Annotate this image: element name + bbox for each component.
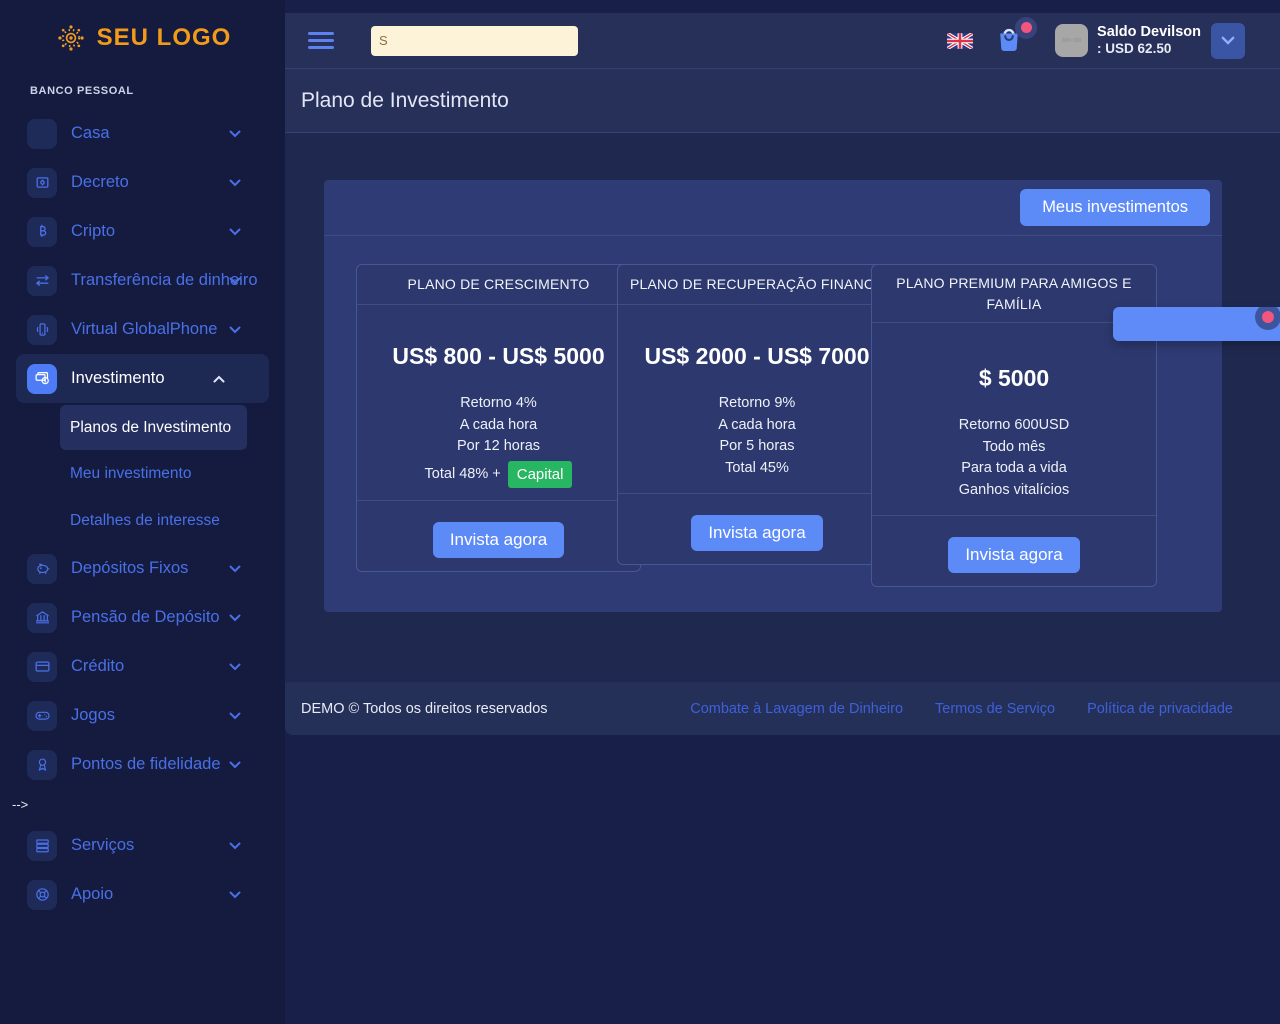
sidebar-item-depositos-fixos[interactable]: Depósitos Fixos	[0, 544, 285, 593]
footer-link-privacy[interactable]: Política de privacidade	[1087, 701, 1233, 717]
home-icon	[27, 119, 57, 149]
sidebar-item-decreto[interactable]: Decreto	[0, 158, 285, 207]
sidebar-item-casa[interactable]: Casa	[0, 109, 285, 158]
chevron-down-icon	[229, 891, 241, 899]
chevron-down-icon	[229, 842, 241, 850]
tooltip-notification-dot	[1262, 311, 1274, 323]
plan-details: Retorno 4% A cada hora Por 12 horas Tota…	[357, 393, 640, 488]
user-info: Saldo Devilson : USD 62.50	[1097, 23, 1201, 58]
content-area: Meus investimentos PLANO DE CRESCIMENTO …	[285, 133, 1280, 682]
footer-link-aml[interactable]: Combate à Lavagem de Dinheiro	[690, 701, 903, 717]
topbar-right-group: 300×300 Saldo Devilson : USD 62.50	[947, 23, 1245, 59]
copyright-text: DEMO © Todos os direitos reservados	[301, 701, 548, 717]
plan-card-crescimento: PLANO DE CRESCIMENTO US$ 800 - US$ 5000 …	[356, 264, 641, 572]
banknote-icon	[27, 168, 57, 198]
transfer-arrows-icon	[27, 266, 57, 296]
footer-links: Combate à Lavagem de Dinheiro Termos de …	[690, 701, 1233, 717]
logo-text: SEU LOGO	[97, 24, 232, 52]
my-investments-button[interactable]: Meus investimentos	[1020, 189, 1210, 226]
sidebar-item-jogos[interactable]: Jogos	[0, 691, 285, 740]
chevron-down-icon	[229, 663, 241, 671]
chevron-down-icon	[229, 565, 241, 573]
submenu-item-detalhes-de-interesse[interactable]: Detalhes de interesse	[70, 497, 285, 544]
sidebar-item-pensao-de-deposito[interactable]: Pensão de Depósito	[0, 593, 285, 642]
submenu-item-planos-de-investimento[interactable]: Planos de Investimento	[60, 405, 247, 450]
user-name: Saldo Devilson	[1097, 23, 1201, 41]
server-icon	[27, 831, 57, 861]
plan-total-row: Total 48% + Capital	[357, 461, 640, 489]
chevron-down-icon	[229, 712, 241, 720]
plan-range: $ 5000	[872, 365, 1156, 392]
invest-now-button[interactable]: Invista agora	[691, 515, 822, 551]
uk-flag-icon[interactable]	[947, 33, 973, 49]
shopping-bag-icon[interactable]	[993, 23, 1029, 59]
sidebar-item-globalphone[interactable]: Virtual GlobalPhone	[0, 305, 285, 354]
search-input[interactable]	[371, 26, 578, 56]
sidebar-item-transferencia[interactable]: Transferência de dinheiro	[0, 256, 285, 305]
sidebar-item-pontos-de-fidelidade[interactable]: Pontos de fidelidade	[0, 740, 285, 789]
plan-body: US$ 800 - US$ 5000 Retorno 4% A cada hor…	[357, 305, 640, 500]
avatar: 300×300	[1055, 24, 1088, 57]
hamburger-menu-icon[interactable]	[308, 32, 334, 49]
user-menu-dropdown-button[interactable]	[1211, 23, 1245, 59]
notification-badge	[1015, 17, 1037, 39]
plan-range: US$ 800 - US$ 5000	[357, 343, 640, 370]
plan-body: US$ 2000 - US$ 7000 Retorno 9% A cada ho…	[618, 305, 896, 493]
tooltip-notification-halo	[1255, 304, 1280, 330]
plan-footer: Invista agora	[618, 493, 896, 564]
chevron-up-icon	[213, 375, 225, 383]
plan-details: Retorno 9% A cada hora Por 5 horas Total…	[618, 393, 896, 479]
bitcoin-icon	[27, 217, 57, 247]
submenu-item-meu-investimento[interactable]: Meu investimento	[70, 450, 285, 497]
page-header: Plano de Investimento	[285, 69, 1280, 133]
plan-title: PLANO DE RECUPERAÇÃO FINANCEIRA	[618, 265, 896, 305]
floating-tooltip	[1113, 307, 1280, 341]
lifebuoy-icon	[27, 880, 57, 910]
plan-body: $ 5000 Retorno 600USD Todo mês Para toda…	[872, 323, 1156, 515]
chevron-down-icon	[229, 228, 241, 236]
investment-icon	[27, 364, 57, 394]
page-title: Plano de Investimento	[301, 89, 509, 113]
chevron-down-icon	[229, 326, 241, 334]
plan-card-recuperacao: PLANO DE RECUPERAÇÃO FINANCEIRA US$ 2000…	[617, 264, 897, 565]
medal-icon	[27, 750, 57, 780]
credit-card-icon	[27, 652, 57, 682]
phone-icon	[27, 315, 57, 345]
sidebar-item-cripto[interactable]: Cripto	[0, 207, 285, 256]
capital-badge: Capital	[508, 461, 573, 489]
sidebar-item-apoio[interactable]: Apoio	[0, 870, 285, 919]
sidebar-item-servicos[interactable]: Serviços	[0, 821, 285, 870]
sidebar-nav: Casa Decreto Cripto Transferência de din…	[0, 109, 285, 919]
plan-footer: Invista agora	[872, 515, 1156, 586]
investment-plans-panel: Meus investimentos PLANO DE CRESCIMENTO …	[324, 180, 1222, 612]
logo-icon	[54, 21, 88, 55]
main-area: 300×300 Saldo Devilson : USD 62.50 Plano…	[285, 0, 1280, 1024]
logo[interactable]: SEU LOGO	[0, 0, 285, 59]
invest-now-button[interactable]: Invista agora	[433, 522, 564, 558]
footer-link-terms[interactable]: Termos de Serviço	[935, 701, 1055, 717]
sidebar-section-label: BANCO PESSOAL	[30, 85, 285, 97]
sidebar-item-investimento[interactable]: Investimento	[16, 354, 269, 403]
plan-title: PLANO DE CRESCIMENTO	[357, 265, 640, 305]
gamepad-icon	[27, 701, 57, 731]
chevron-down-icon	[1221, 36, 1235, 45]
piggy-bank-icon	[27, 554, 57, 584]
chevron-down-icon	[229, 277, 241, 285]
invest-now-button[interactable]: Invista agora	[948, 537, 1079, 573]
stray-comment-text: -->	[12, 797, 285, 815]
plan-footer: Invista agora	[357, 500, 640, 571]
plan-details: Retorno 600USD Todo mês Para toda a vida…	[872, 415, 1156, 501]
chevron-down-icon	[229, 179, 241, 187]
chevron-down-icon	[229, 614, 241, 622]
sidebar: SEU LOGO BANCO PESSOAL Casa Decreto Crip…	[0, 0, 285, 1024]
panel-header: Meus investimentos	[324, 180, 1222, 236]
user-balance: : USD 62.50	[1097, 41, 1201, 58]
topbar: 300×300 Saldo Devilson : USD 62.50	[285, 13, 1280, 69]
bank-icon	[27, 603, 57, 633]
footer: DEMO © Todos os direitos reservados Comb…	[285, 682, 1280, 735]
sidebar-item-credito[interactable]: Crédito	[0, 642, 285, 691]
plan-range: US$ 2000 - US$ 7000	[618, 343, 896, 370]
chevron-down-icon	[229, 130, 241, 138]
chevron-down-icon	[229, 761, 241, 769]
